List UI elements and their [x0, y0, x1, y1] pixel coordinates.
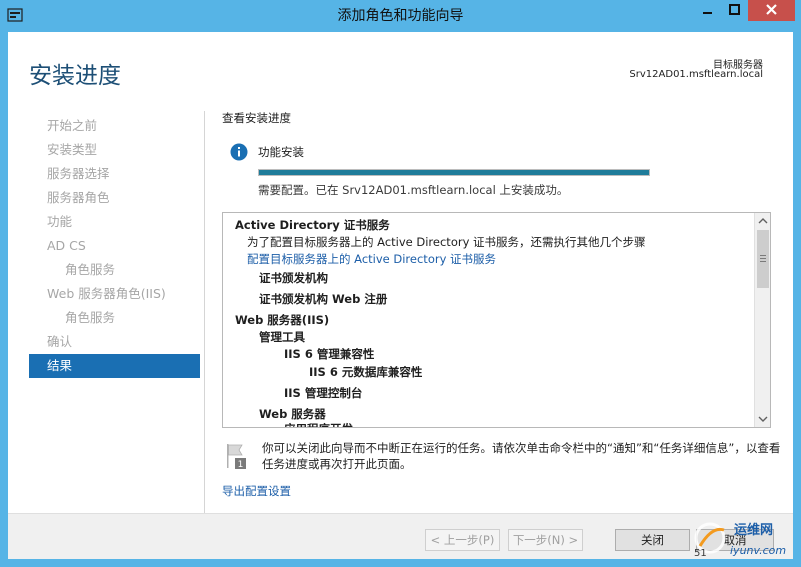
results-scrollbar[interactable] [754, 213, 770, 427]
footer-bar: < 上一步(P) 下一步(N) > 关闭 取消 [8, 513, 793, 559]
page-title: 安装进度 [29, 63, 121, 89]
previous-button[interactable]: < 上一步(P) [425, 529, 500, 551]
nav-item-10[interactable]: 结果 [29, 354, 200, 378]
result-row: 证书颁发机构 Web 注册 [259, 292, 388, 306]
result-row: 应用程序开发 [284, 421, 353, 427]
nav-item-2[interactable]: 服务器选择 [29, 162, 200, 186]
result-row: 证书颁发机构 [259, 271, 328, 285]
result-row: 管理工具 [259, 330, 305, 344]
close-icon [766, 4, 777, 15]
target-server-value: Srv12AD01.msftlearn.local [629, 69, 763, 80]
install-status-text: 需要配置。已在 Srv12AD01.msftlearn.local 上安装成功。 [258, 183, 569, 197]
nav-item-3[interactable]: 服务器角色 [29, 186, 200, 210]
section-title: 查看安装进度 [222, 111, 291, 125]
result-row: Active Directory 证书服务 [235, 218, 390, 232]
grip-icon [760, 255, 766, 262]
nav-item-7[interactable]: Web 服务器角色(IIS) [29, 282, 200, 306]
chevron-down-icon [758, 416, 768, 422]
svg-text:运维网: 运维网 [734, 522, 773, 538]
nav-item-9[interactable]: 确认 [29, 330, 200, 354]
result-row: 为了配置目标服务器上的 Active Directory 证书服务，还需执行其他… [247, 235, 646, 249]
nav-item-0[interactable]: 开始之前 [29, 114, 200, 138]
nav-divider [204, 111, 205, 513]
scroll-down-button[interactable] [755, 411, 770, 427]
svg-text:1: 1 [238, 460, 244, 470]
chevron-up-icon [758, 218, 768, 224]
wizard-client-area: 安装进度 目标服务器 Srv12AD01.msftlearn.local 开始之… [8, 32, 793, 559]
wizard-window: 添加角色和功能向导 安装进度 目标服务器 Srv12AD01.msftlearn… [0, 0, 801, 567]
minimize-button[interactable] [694, 0, 721, 21]
svg-text:iyunv.com: iyunv.com [730, 544, 786, 557]
nav-item-5[interactable]: AD CS [29, 234, 200, 258]
results-list[interactable]: Active Directory 证书服务为了配置目标服务器上的 Active … [222, 212, 771, 428]
scroll-thumb[interactable] [757, 230, 769, 288]
result-row: Web 服务器 [259, 407, 326, 421]
minimize-icon [703, 12, 712, 14]
result-row: IIS 管理控制台 [284, 386, 363, 400]
progress-fill [259, 170, 649, 175]
feature-install-label: 功能安装 [258, 145, 304, 159]
scroll-up-button[interactable] [755, 213, 770, 229]
result-row: Web 服务器(IIS) [235, 313, 330, 327]
maximize-icon [729, 4, 740, 15]
info-icon [230, 143, 248, 161]
window-title: 添加角色和功能向导 [337, 8, 464, 24]
nav-item-8[interactable]: 角色服务 [29, 306, 200, 330]
close-window-button[interactable] [748, 0, 795, 21]
next-button[interactable]: 下一步(N) > [508, 529, 583, 551]
configure-adcs-link[interactable]: 配置目标服务器上的 Active Directory 证书服务 [247, 251, 496, 267]
results-content: Active Directory 证书服务为了配置目标服务器上的 Active … [223, 213, 754, 427]
wizard-nav: 开始之前 安装类型 服务器选择 服务器角色 功能 AD CS 角色服务 Web 服务器角色(I… [29, 114, 200, 378]
flag-notification-icon: 1 [226, 442, 248, 470]
export-config-link[interactable]: 导出配置设置 [222, 483, 291, 499]
wizard-note: 你可以关闭此向导而不中断正在运行的任务。请依次单击命令栏中的“通知”和“任务详细… [262, 441, 781, 471]
close-button[interactable]: 关闭 [615, 529, 690, 551]
result-row: IIS 6 元数据库兼容性 [309, 365, 423, 379]
maximize-button[interactable] [721, 0, 748, 21]
nav-item-6[interactable]: 角色服务 [29, 258, 200, 282]
nav-item-4[interactable]: 功能 [29, 210, 200, 234]
svg-text:51: 51 [694, 548, 707, 559]
nav-item-1[interactable]: 安装类型 [29, 138, 200, 162]
site-watermark-logo: 运维网 51 iyunv.com [690, 512, 796, 562]
title-bar[interactable]: 添加角色和功能向导 [0, 0, 801, 32]
result-row: IIS 6 管理兼容性 [284, 347, 375, 361]
install-progress-bar [258, 169, 650, 176]
